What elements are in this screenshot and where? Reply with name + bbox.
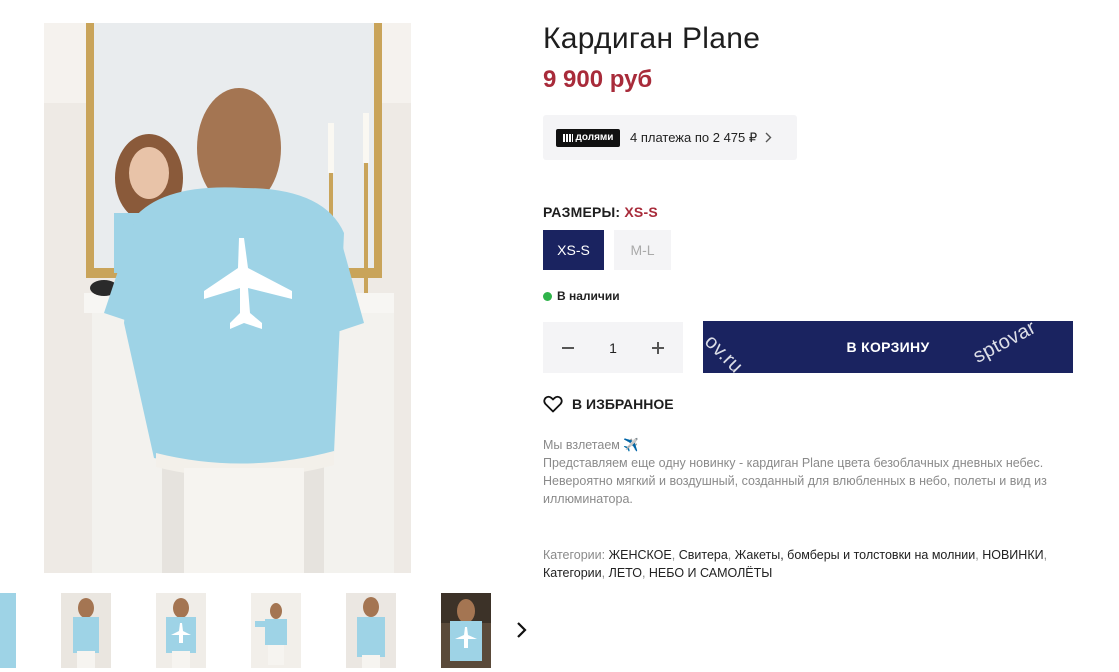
minus-icon — [562, 346, 574, 349]
dolyami-text: 4 платежа по 2 475 ₽ — [630, 129, 758, 145]
selected-size: XS-S — [624, 204, 658, 220]
chevron-right-icon — [517, 622, 527, 638]
thumbnail-strip — [0, 593, 540, 672]
thumbnail[interactable] — [0, 593, 16, 668]
heart-icon — [543, 395, 563, 413]
product-description: Мы взлетаем ✈️ Представляем еще одну нов… — [543, 436, 1063, 508]
size-option-m-l[interactable]: M-L — [614, 230, 671, 270]
dolyami-logo: долями — [556, 128, 620, 147]
product-price: 9 900 руб — [543, 66, 653, 93]
increase-quantity-button[interactable] — [645, 335, 671, 361]
thumbnail[interactable] — [346, 593, 396, 668]
dolyami-installment-widget[interactable]: долями 4 платежа по 2 475 ₽ — [543, 115, 797, 160]
description-line: Мы взлетаем ✈️ — [543, 438, 639, 452]
decrease-quantity-button[interactable] — [555, 335, 581, 361]
dolyami-logo-label: долями — [575, 132, 614, 143]
add-to-cart-button[interactable]: ov.ru sptovar В КОРЗИНУ — [703, 321, 1073, 373]
description-line: Представляем еще одну новинку - кардиган… — [543, 456, 1044, 470]
thumbnail[interactable] — [156, 593, 206, 668]
thumbnail[interactable] — [251, 593, 301, 668]
category-link[interactable]: ЛЕТО — [609, 566, 642, 580]
in-stock-dot-icon — [543, 291, 552, 301]
thumbnail-next-button[interactable] — [510, 613, 534, 647]
category-link[interactable]: НОВИНКИ — [982, 548, 1043, 562]
description-line: Невероятно мягкий и воздушный, созданный… — [543, 474, 1047, 506]
chevron-right-icon — [765, 132, 772, 143]
plus-icon — [652, 341, 664, 354]
thumbnail[interactable] — [441, 593, 491, 668]
category-link[interactable]: Свитера — [679, 548, 728, 562]
stock-status: В наличии — [543, 289, 620, 303]
sizes-label-text: РАЗМЕРЫ: — [543, 204, 621, 220]
category-link[interactable]: НЕБО И САМОЛЁТЫ — [649, 566, 772, 580]
category-link[interactable]: Категории — [543, 566, 602, 580]
product-main-image[interactable] — [44, 23, 411, 573]
category-link[interactable]: ЖЕНСКОЕ — [609, 548, 672, 562]
stock-label: В наличии — [557, 289, 620, 303]
favorites-label: В ИЗБРАННОЕ — [572, 396, 674, 412]
product-title: Кардиган Plane — [543, 22, 761, 55]
watermark-text: ov.ru — [703, 330, 748, 373]
quantity-stepper — [543, 322, 683, 373]
add-to-favorites-button[interactable]: В ИЗБРАННОЕ — [543, 395, 674, 413]
sizes-label: РАЗМЕРЫ: XS-S — [543, 204, 658, 220]
categories-label: Категории: — [543, 548, 606, 562]
product-categories: Категории: ЖЕНСКОЕ, Свитера, Жакеты, бом… — [543, 548, 1048, 580]
thumbnail[interactable] — [61, 593, 111, 668]
watermark-text: sptovar — [969, 321, 1040, 368]
dolyami-bars-icon — [562, 133, 573, 142]
category-link[interactable]: Жакеты, бомберы и толстовки на молнии — [735, 548, 976, 562]
product-photo — [44, 23, 411, 573]
quantity-input[interactable] — [591, 338, 635, 357]
add-to-cart-label: В КОРЗИНУ — [846, 339, 930, 355]
size-option-xs-s[interactable]: XS-S — [543, 230, 604, 270]
